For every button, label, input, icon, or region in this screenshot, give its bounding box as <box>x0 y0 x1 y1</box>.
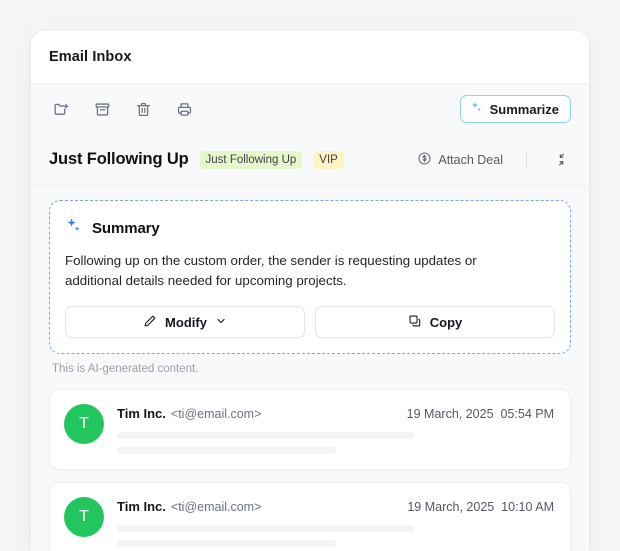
summary-header: Summary <box>65 217 555 240</box>
sender-email: <ti@email.com> <box>171 500 262 514</box>
avatar: T <box>64 497 104 537</box>
modify-label: Modify <box>165 315 207 330</box>
list-item[interactable]: T Tim Inc. <ti@email.com> 19 March, 2025… <box>49 389 571 470</box>
modify-button[interactable]: Modify <box>65 306 305 338</box>
list-item[interactable]: T Tim Inc. <ti@email.com> 19 March, 2025… <box>49 482 571 551</box>
content-placeholder-line <box>117 447 336 454</box>
content-placeholder-line <box>117 525 414 532</box>
page-title: Email Inbox <box>49 49 131 65</box>
pencil-icon <box>143 314 157 331</box>
chevron-down-icon <box>215 315 227 330</box>
sender-name: Tim Inc. <box>117 499 166 514</box>
email-timestamp: 19 March, 2025 05:54 PM <box>393 407 554 421</box>
content-placeholder-line <box>117 540 336 547</box>
email-subject: Just Following Up <box>49 150 189 169</box>
summary-text: Following up on the custom order, the se… <box>65 251 535 291</box>
archive-icon[interactable] <box>90 97 114 121</box>
trash-icon[interactable] <box>131 97 155 121</box>
divider <box>526 150 527 170</box>
copy-button[interactable]: Copy <box>315 306 555 338</box>
summarize-button[interactable]: Summarize <box>460 95 571 123</box>
toolbar-icon-group <box>49 97 196 121</box>
email-meta-row: Tim Inc. <ti@email.com> 19 March, 2025 1… <box>117 499 554 514</box>
status-badge-vip: VIP <box>313 151 344 169</box>
summarize-label: Summarize <box>490 102 559 117</box>
sender-email: <ti@email.com> <box>171 407 262 421</box>
move-to-folder-icon[interactable] <box>49 97 73 121</box>
email-window: Email Inbox <box>31 31 589 551</box>
ai-summary-card: Summary Following up on the custom order… <box>49 200 571 354</box>
action-toolbar: Summarize <box>31 84 589 134</box>
sparkle-icon <box>65 217 83 240</box>
ai-generated-note: This is AI-generated content. <box>52 363 571 375</box>
content-placeholder-line <box>117 432 414 439</box>
sparkle-icon <box>470 101 483 117</box>
attach-deal-button[interactable]: Attach Deal <box>417 151 503 169</box>
copy-icon <box>408 314 422 331</box>
print-icon[interactable] <box>172 97 196 121</box>
attach-deal-label: Attach Deal <box>438 153 503 167</box>
subject-row: Just Following Up Just Following Up VIP … <box>31 134 589 186</box>
email-meta-row: Tim Inc. <ti@email.com> 19 March, 2025 0… <box>117 406 554 421</box>
dollar-circle-icon <box>417 151 432 169</box>
avatar: T <box>64 404 104 444</box>
email-timestamp: 19 March, 2025 10:10 AM <box>393 500 554 514</box>
email-content: Tim Inc. <ti@email.com> 19 March, 2025 1… <box>117 497 554 547</box>
collapse-icon[interactable] <box>551 150 571 170</box>
copy-label: Copy <box>430 315 463 330</box>
sender-name: Tim Inc. <box>117 406 166 421</box>
window-header: Email Inbox <box>31 31 589 84</box>
summary-title: Summary <box>92 220 160 237</box>
summary-action-row: Modify Copy <box>65 306 555 338</box>
status-badge-following-up: Just Following Up <box>200 151 303 169</box>
email-body-area: Summary Following up on the custom order… <box>31 186 589 551</box>
email-content: Tim Inc. <ti@email.com> 19 March, 2025 0… <box>117 404 554 454</box>
